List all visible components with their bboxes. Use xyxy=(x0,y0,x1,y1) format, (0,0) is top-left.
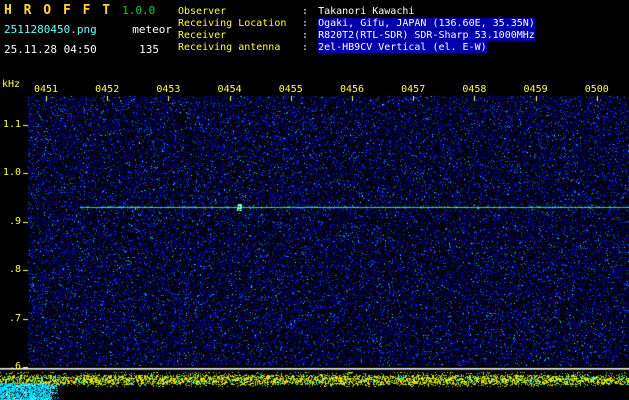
hrofft-screenshot: H R O F F T 1.0.0 2511280450.png meteor … xyxy=(0,0,629,400)
y-tick-label: 1.0 xyxy=(2,167,21,179)
header-left: H R O F F T 1.0.0 2511280450.png meteor … xyxy=(4,3,174,56)
x-tick-label: 0457 xyxy=(401,84,426,95)
x-tick-label: 0452 xyxy=(95,84,120,95)
info-row: Receiving Location : Ogaki, Gifu, JAPAN … xyxy=(178,18,535,30)
y-tick-label: .6 xyxy=(8,361,21,372)
app-title: H R O F F T xyxy=(4,3,113,18)
y-tick-label: .8 xyxy=(8,264,21,276)
x-tick-label: 0451 xyxy=(33,84,59,95)
x-tick-label: 0454 xyxy=(217,84,242,95)
time-row: 25.11.28 04:50 135 xyxy=(4,43,159,56)
x-tick-label: 0453 xyxy=(156,84,181,95)
y-axis-unit-label: kHz xyxy=(2,79,21,90)
x-tick-label: 0500 xyxy=(584,84,609,95)
file-row: 2511280450.png meteor xyxy=(4,23,172,36)
info-label: Receiver xyxy=(178,30,227,41)
x-tick-label: 0455 xyxy=(278,84,303,95)
y-tick-label: .9 xyxy=(8,215,21,227)
info-colon: : xyxy=(302,42,309,53)
info-row: Observer : Takanori Kawachi xyxy=(178,6,535,18)
output-filename: 2511280450.png xyxy=(4,23,97,36)
info-label: Receiving Location xyxy=(178,18,287,29)
title-row: H R O F F T 1.0.0 xyxy=(4,3,174,18)
info-value: Ogaki, Gifu, JAPAN (136.60E, 35.35N) xyxy=(318,18,535,29)
info-row: Receiver : R820T2(RTL-SDR) SDR-Sharp 53.… xyxy=(178,30,535,42)
info-colon: : xyxy=(302,30,309,41)
y-tick-label: .7 xyxy=(8,312,21,324)
x-tick-label: 0459 xyxy=(523,84,548,95)
info-value: Takanori Kawachi xyxy=(318,6,415,17)
info-row: Receiving antenna : 2el-HB9CV Vertical (… xyxy=(178,42,535,54)
mode-label: meteor xyxy=(132,23,172,36)
app-version: 1.0.0 xyxy=(122,4,156,17)
count-label: 135 xyxy=(139,43,159,56)
datetime-label: 25.11.28 04:50 xyxy=(4,43,97,56)
spectrogram-canvas xyxy=(0,0,629,400)
info-value: 2el-HB9CV Vertical (el. E-W) xyxy=(318,42,487,53)
x-tick-label: 0458 xyxy=(462,84,487,95)
info-label: Receiving antenna xyxy=(178,42,281,53)
info-label: Observer xyxy=(178,6,227,17)
y-tick-label: 1.1 xyxy=(2,119,21,130)
info-value: R820T2(RTL-SDR) SDR-Sharp 53.1000MHz xyxy=(318,30,535,41)
x-tick-label: 0456 xyxy=(339,84,365,95)
info-colon: : xyxy=(302,18,309,29)
info-colon: : xyxy=(302,6,309,17)
info-panel: Observer : Takanori Kawachi Receiving Lo… xyxy=(178,6,535,54)
